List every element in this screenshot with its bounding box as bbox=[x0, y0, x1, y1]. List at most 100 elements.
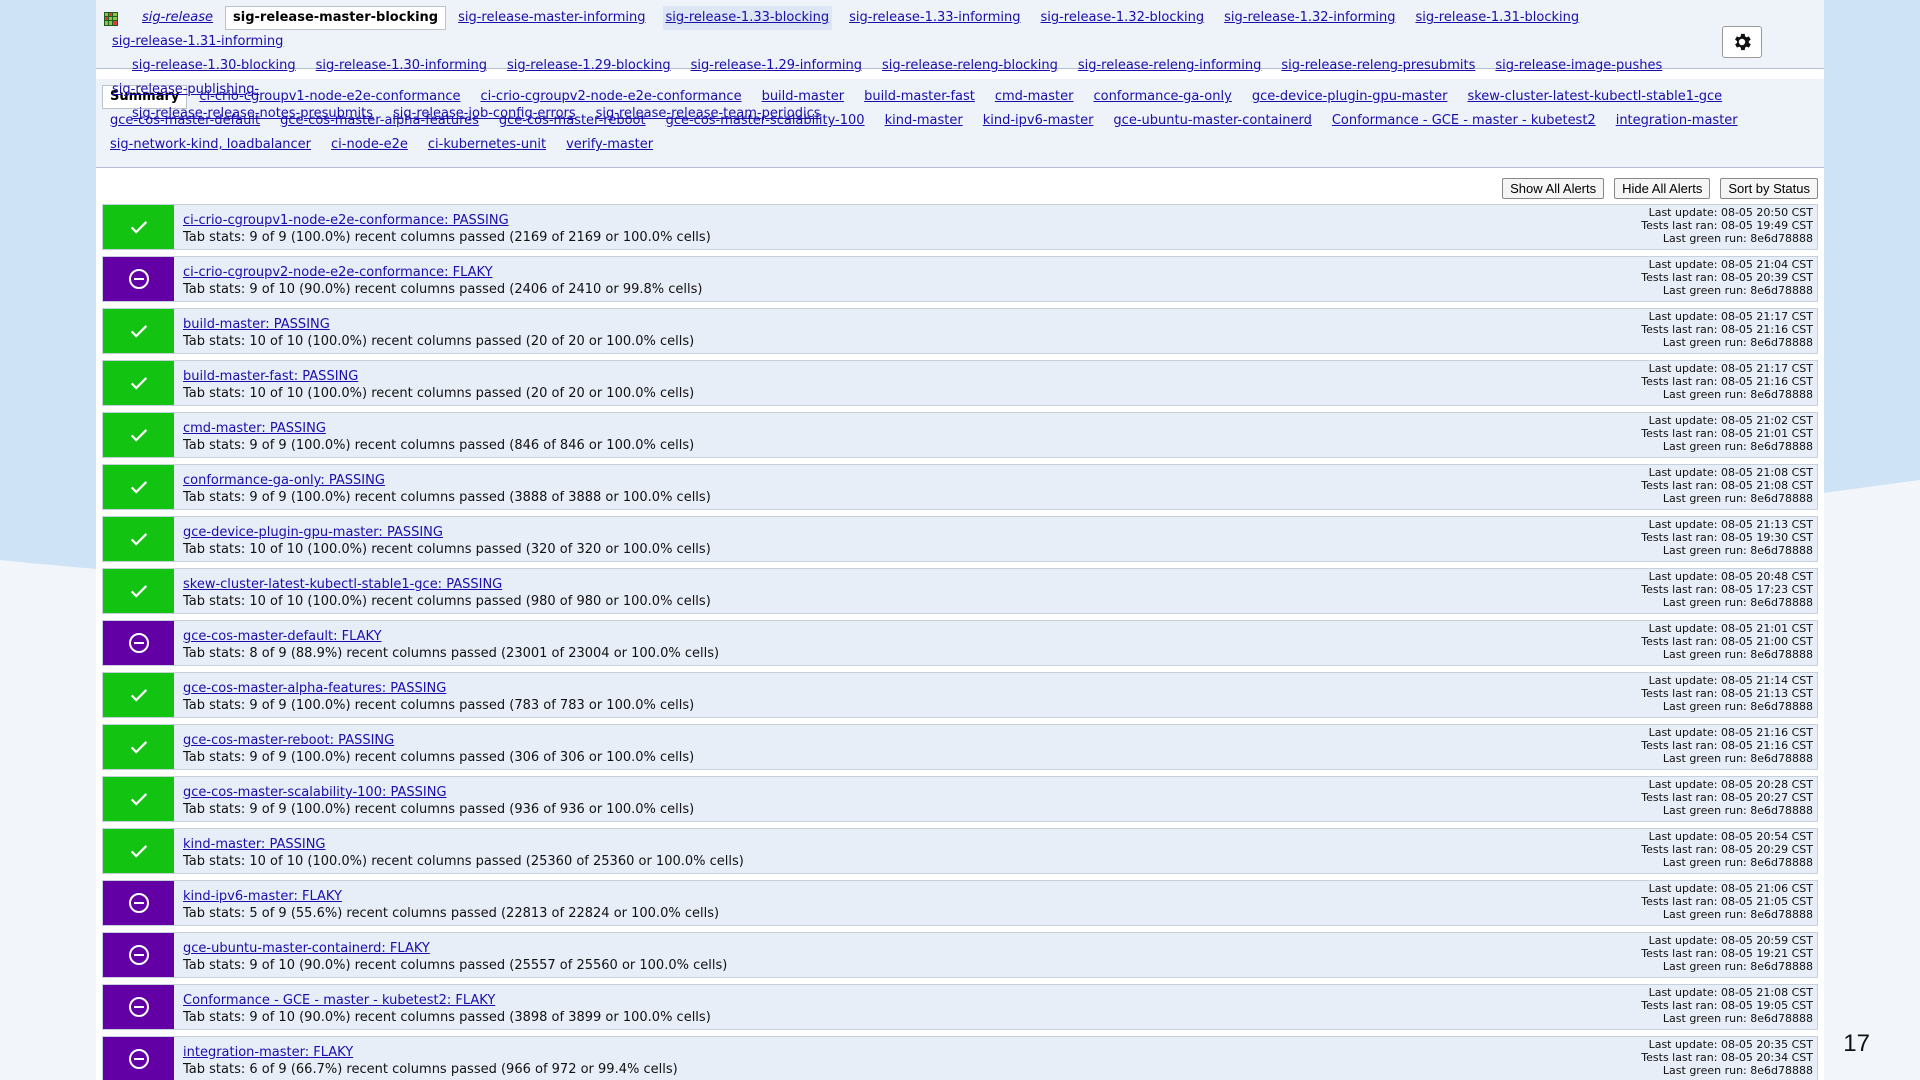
dashboard-tab-link[interactable]: build-master: PASSING bbox=[183, 317, 330, 333]
dashboard-tab-link[interactable]: gce-device-plugin-gpu-master: PASSING bbox=[183, 525, 443, 541]
tests-last-ran: Tests last ran: 08-05 17:23 CST bbox=[1641, 583, 1813, 596]
group-tab-sig-release-1-29-informing[interactable]: sig-release-1.29-informing bbox=[691, 54, 862, 78]
row-body: skew-cluster-latest-kubectl-stable1-gce:… bbox=[174, 569, 1817, 613]
dashboard-tab-link[interactable]: skew-cluster-latest-kubectl-stable1-gce:… bbox=[183, 577, 502, 593]
group-tab-sig-release-releng-informing[interactable]: sig-release-releng-informing bbox=[1078, 54, 1262, 78]
last-update: Last update: 08-05 21:14 CST bbox=[1648, 674, 1813, 687]
status-indicator bbox=[103, 829, 174, 873]
group-tab-sig-release-releng-blocking[interactable]: sig-release-releng-blocking bbox=[882, 54, 1058, 78]
dashboard-summary-row: integration-master: FLAKY Tab stats: 6 of… bbox=[102, 1036, 1818, 1080]
dashboard-tab-link[interactable]: ci-crio-cgroupv2-node-e2e-conformance: F… bbox=[183, 265, 493, 281]
row-timestamps: Last update: 08-05 21:08 CST Tests last r… bbox=[1641, 466, 1813, 505]
dashboard-tab-link[interactable]: ci-crio-cgroupv1-node-e2e-conformance: P… bbox=[183, 213, 509, 229]
hide-all-alerts-button[interactable]: Hide All Alerts bbox=[1614, 178, 1711, 199]
status-indicator bbox=[103, 205, 174, 249]
status-indicator bbox=[103, 1037, 174, 1080]
row-timestamps: Last update: 08-05 20:59 CST Tests last r… bbox=[1641, 934, 1813, 973]
dashboard-summary-row: kind-ipv6-master: FLAKY Tab stats: 5 of 9… bbox=[102, 880, 1818, 926]
dashboard-tab-link[interactable]: kind-master: PASSING bbox=[183, 837, 326, 853]
row-body: gce-cos-master-default: FLAKY Tab stats: … bbox=[174, 621, 1817, 665]
group-tab-sig-release-1-29-blocking[interactable]: sig-release-1.29-blocking bbox=[507, 54, 671, 78]
minus-circle-icon bbox=[128, 269, 149, 289]
row-timestamps: Last update: 08-05 20:28 CST Tests last r… bbox=[1641, 778, 1813, 817]
row-timestamps: Last update: 08-05 20:35 CST Tests last r… bbox=[1641, 1038, 1813, 1077]
dashboard-tab-verify-master[interactable]: verify-master bbox=[566, 133, 653, 157]
group-tab-sig-release-1-31-blocking[interactable]: sig-release-1.31-blocking bbox=[1415, 6, 1579, 30]
group-tab-sig-release-release-team-periodics[interactable]: sig-release-release-team-periodics bbox=[596, 102, 821, 126]
group-tab-sig-release-image-pushes[interactable]: sig-release-image-pushes bbox=[1495, 54, 1662, 78]
testgrid-logo-icon[interactable] bbox=[104, 11, 118, 26]
dashboard-tab-link[interactable]: gce-cos-master-scalability-100: PASSING bbox=[183, 785, 447, 801]
dashboard-tab-link[interactable]: gce-cos-master-alpha-features: PASSING bbox=[183, 681, 446, 697]
dashboard-tab-link[interactable]: gce-cos-master-reboot: PASSING bbox=[183, 733, 394, 749]
status-indicator bbox=[103, 413, 174, 457]
tab-stats: Tab stats: 10 of 10 (100.0%) recent colu… bbox=[183, 594, 711, 609]
dashboard-tab-sig-network-kind-loadbalancer[interactable]: sig-network-kind, loadbalancer bbox=[110, 133, 311, 157]
row-timestamps: Last update: 08-05 21:04 CST Tests last r… bbox=[1641, 258, 1813, 297]
row-timestamps: Last update: 08-05 21:01 CST Tests last r… bbox=[1641, 622, 1813, 661]
dashboard-group-tabs: sig-release sig-release-master-blocking si… bbox=[102, 6, 1724, 126]
group-tab-sig-release-1-32-blocking[interactable]: sig-release-1.32-blocking bbox=[1040, 6, 1204, 30]
dashboard-tab-link[interactable]: cmd-master: PASSING bbox=[183, 421, 326, 437]
dashboard-tab-link[interactable]: gce-ubuntu-master-containerd: FLAKY bbox=[183, 941, 430, 957]
tab-stats: Tab stats: 10 of 10 (100.0%) recent colu… bbox=[183, 334, 695, 349]
last-update: Last update: 08-05 20:35 CST bbox=[1648, 1038, 1813, 1051]
dashboard-summary-row: gce-device-plugin-gpu-master: PASSING Tab… bbox=[102, 516, 1818, 562]
last-green-run: Last green run: 8e6d78888 bbox=[1662, 700, 1813, 713]
sort-by-status-button[interactable]: Sort by Status bbox=[1720, 178, 1818, 199]
dashboard-summary-row: gce-cos-master-scalability-100: PASSING T… bbox=[102, 776, 1818, 822]
dashboard-tab-link[interactable]: conformance-ga-only: PASSING bbox=[183, 473, 385, 489]
tests-last-ran: Tests last ran: 08-05 19:21 CST bbox=[1641, 947, 1813, 960]
last-update: Last update: 08-05 21:08 CST bbox=[1648, 466, 1813, 479]
group-tab-sig-release-1-33-informing[interactable]: sig-release-1.33-informing bbox=[849, 6, 1020, 30]
last-update: Last update: 08-05 20:59 CST bbox=[1648, 934, 1813, 947]
group-tab-sig-release-publishing[interactable]: sig-release-publishing- bbox=[112, 78, 259, 102]
last-green-run: Last green run: 8e6d78888 bbox=[1662, 336, 1813, 349]
group-tab-sig-release-1-33-blocking[interactable]: sig-release-1.33-blocking bbox=[662, 6, 833, 30]
last-update: Last update: 08-05 21:13 CST bbox=[1648, 518, 1813, 531]
dashboard-tab-ci-node-e2e[interactable]: ci-node-e2e bbox=[331, 133, 408, 157]
group-tab-sig-release-releng-presubmits[interactable]: sig-release-releng-presubmits bbox=[1281, 54, 1475, 78]
checkmark-icon bbox=[130, 845, 147, 858]
last-update: Last update: 08-05 21:02 CST bbox=[1648, 414, 1813, 427]
group-tab-sig-release-1-30-blocking[interactable]: sig-release-1.30-blocking bbox=[132, 54, 296, 78]
dashboard-tab-link[interactable]: integration-master: FLAKY bbox=[183, 1045, 353, 1061]
dashboard-tab-link[interactable]: build-master-fast: PASSING bbox=[183, 369, 358, 385]
minus-circle-icon bbox=[128, 1049, 149, 1069]
group-tab-sig-release-1-31-informing[interactable]: sig-release-1.31-informing bbox=[112, 30, 283, 54]
tests-last-ran: Tests last ran: 08-05 20:34 CST bbox=[1641, 1051, 1813, 1064]
group-tab-sig-release-release-notes-presubmits[interactable]: sig-release-release-notes-presubmits bbox=[132, 102, 373, 126]
status-indicator bbox=[103, 621, 174, 665]
dashboard-tab-link[interactable]: kind-ipv6-master: FLAKY bbox=[183, 889, 342, 905]
row-body: cmd-master: PASSING Tab stats: 9 of 9 (10… bbox=[174, 413, 1817, 457]
row-body: integration-master: FLAKY Tab stats: 6 of… bbox=[174, 1037, 1817, 1080]
group-tab-sig-release-1-32-informing[interactable]: sig-release-1.32-informing bbox=[1224, 6, 1395, 30]
group-tab-sig-release-master-informing[interactable]: sig-release-master-informing bbox=[458, 6, 645, 30]
dashboard-summary-row: kind-master: PASSING Tab stats: 10 of 10 … bbox=[102, 828, 1818, 874]
last-update: Last update: 08-05 21:17 CST bbox=[1648, 310, 1813, 323]
gear-icon bbox=[1735, 33, 1751, 51]
status-indicator bbox=[103, 673, 174, 717]
group-tab-sig-release[interactable]: sig-release bbox=[142, 6, 213, 30]
tab-stats: Tab stats: 10 of 10 (100.0%) recent colu… bbox=[183, 854, 744, 869]
dashboard-summary-row: build-master-fast: PASSING Tab stats: 10 … bbox=[102, 360, 1818, 406]
dashboard-tab-link[interactable]: Conformance - GCE - master - kubetest2: … bbox=[183, 993, 495, 1009]
dashboard-tab-ci-kubernetes-unit[interactable]: ci-kubernetes-unit bbox=[428, 133, 546, 157]
last-green-run: Last green run: 8e6d78888 bbox=[1662, 388, 1813, 401]
row-timestamps: Last update: 08-05 21:13 CST Tests last r… bbox=[1641, 518, 1813, 557]
dashboard-tab-link[interactable]: gce-cos-master-default: FLAKY bbox=[183, 629, 382, 645]
row-timestamps: Last update: 08-05 21:17 CST Tests last r… bbox=[1641, 362, 1813, 401]
row-body: gce-cos-master-alpha-features: PASSING Ta… bbox=[174, 673, 1817, 717]
row-body: build-master-fast: PASSING Tab stats: 10 … bbox=[174, 361, 1817, 405]
row-timestamps: Last update: 08-05 20:54 CST Tests last r… bbox=[1641, 830, 1813, 869]
group-tab-sig-release-1-30-informing[interactable]: sig-release-1.30-informing bbox=[316, 54, 487, 78]
group-tab-sig-release-job-config-errors[interactable]: sig-release-job-config-errors bbox=[393, 102, 576, 126]
settings-button[interactable] bbox=[1722, 26, 1762, 58]
tab-stats: Tab stats: 5 of 9 (55.6%) recent columns… bbox=[183, 906, 720, 921]
row-body: ci-crio-cgroupv2-node-e2e-conformance: F… bbox=[174, 257, 1817, 301]
last-green-run: Last green run: 8e6d78888 bbox=[1662, 440, 1813, 453]
last-green-run: Last green run: 8e6d78888 bbox=[1662, 1064, 1813, 1077]
show-all-alerts-button[interactable]: Show All Alerts bbox=[1502, 178, 1605, 199]
tab-stats: Tab stats: 10 of 10 (100.0%) recent colu… bbox=[183, 542, 711, 557]
group-tab-sig-release-master-blocking[interactable]: sig-release-master-blocking bbox=[225, 6, 447, 30]
